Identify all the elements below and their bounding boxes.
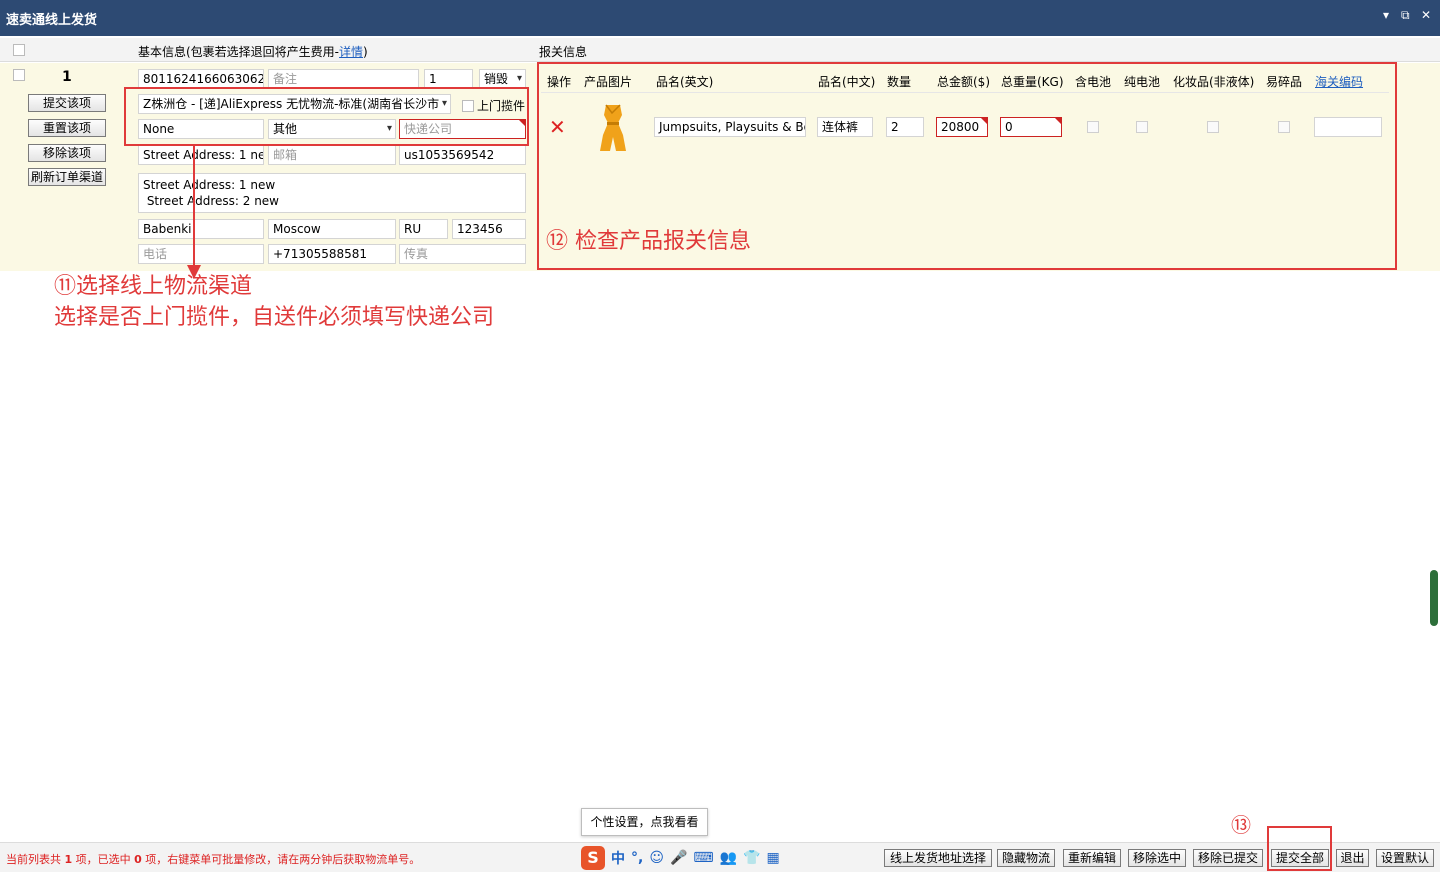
- status-text: 当前列表共 1 项，已选中 0 项，右键菜单可批量修改，请在两分钟后获取物流单号…: [6, 853, 421, 866]
- users-icon[interactable]: 👥: [720, 850, 737, 866]
- skin-icon[interactable]: 👕: [743, 850, 760, 866]
- remove-selected-button[interactable]: 移除选中: [1128, 849, 1186, 867]
- state-input[interactable]: Moscow: [268, 219, 396, 239]
- chinese-mode-icon[interactable]: 中: [611, 848, 625, 868]
- basic-info-header: 基本信息(包裹若选择退回将产生费用-详情): [138, 45, 368, 59]
- microphone-icon[interactable]: 🎤: [670, 850, 687, 866]
- reset-item-button[interactable]: 重置该项: [28, 119, 106, 137]
- refresh-channel-button[interactable]: 刷新订单渠道: [28, 168, 106, 186]
- annotation-12-text: ⑫ 检查产品报关信息: [546, 229, 751, 254]
- mobile-input[interactable]: +71305588581: [268, 244, 396, 264]
- re-edit-button[interactable]: 重新编辑: [1063, 849, 1121, 867]
- remove-item-button[interactable]: 移除该项: [28, 144, 106, 162]
- remove-submitted-button[interactable]: 移除已提交: [1193, 849, 1263, 867]
- column-header-row: 基本信息(包裹若选择退回将产生费用-详情) 报关信息: [0, 38, 1440, 62]
- address-select-button[interactable]: 线上发货地址选择: [884, 849, 992, 867]
- submit-item-button[interactable]: 提交该项: [28, 94, 106, 112]
- annotation-box-11: [124, 87, 529, 146]
- vertical-scrollbar-thumb[interactable]: [1430, 570, 1438, 626]
- zip-input[interactable]: 123456: [452, 219, 526, 239]
- close-icon[interactable]: ✕: [1421, 8, 1431, 22]
- details-link[interactable]: 详情: [339, 45, 363, 59]
- sogou-logo-icon[interactable]: S: [581, 846, 605, 870]
- postcode-input[interactable]: 邮箱: [268, 145, 396, 165]
- customs-info-header: 报关信息: [539, 45, 588, 59]
- ime-toolbar: S 中 °, ☺ 🎤 ⌨ 👥 👕 ▦: [581, 845, 780, 871]
- annotation-11-line2: 选择是否上门揽件，自送件必须填写快递公司: [54, 305, 495, 330]
- row-checkbox[interactable]: [13, 69, 25, 81]
- emoji-icon[interactable]: ☺: [649, 850, 664, 866]
- quantity-input[interactable]: 1: [424, 69, 473, 89]
- buyer-id-field[interactable]: us1053569542: [399, 145, 526, 165]
- ime-tooltip: 个性设置，点我看看: [581, 808, 708, 836]
- punctuation-icon[interactable]: °,: [631, 850, 643, 866]
- annotation-box-13: [1267, 826, 1332, 871]
- toolbox-icon[interactable]: ▦: [766, 850, 779, 866]
- sale-type-select[interactable]: 销毁: [479, 69, 526, 89]
- annotation-11-line1: ⑪选择线上物流渠道: [54, 274, 253, 299]
- hide-logistics-button[interactable]: 隐藏物流: [997, 849, 1055, 867]
- select-all-checkbox[interactable]: [13, 44, 25, 56]
- fax-input[interactable]: 传真: [399, 244, 526, 264]
- status-bar: 当前列表共 1 项，已选中 0 项，右键菜单可批量修改，请在两分钟后获取物流单号…: [0, 842, 1440, 872]
- restore-icon[interactable]: ⧉: [1401, 8, 1410, 23]
- country-input[interactable]: RU: [399, 219, 448, 239]
- window-title: 速卖通线上发货: [6, 13, 98, 28]
- row-number: 1: [62, 69, 72, 85]
- annotation-13-text: ⑬: [1231, 813, 1251, 837]
- set-default-button[interactable]: 设置默认: [1376, 849, 1434, 867]
- annotation-arrow: [187, 145, 201, 279]
- order-id-field[interactable]: 8011624166063062: [138, 69, 264, 89]
- exit-button[interactable]: 退出: [1336, 849, 1369, 867]
- title-bar: 速卖通线上发货 ▾ ⧉ ✕: [0, 0, 1440, 36]
- minimize-icon[interactable]: ▾: [1383, 8, 1389, 22]
- keyboard-icon[interactable]: ⌨: [693, 850, 713, 866]
- note-input[interactable]: 备注: [268, 69, 419, 89]
